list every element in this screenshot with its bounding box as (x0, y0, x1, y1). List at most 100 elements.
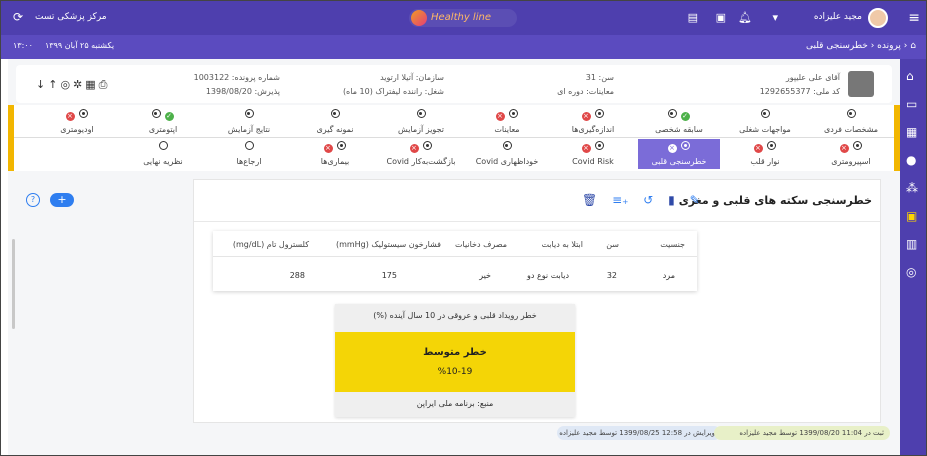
tabs-edge-left (8, 105, 14, 171)
risk-range: %10-19 (437, 367, 473, 377)
patient-job: شغل: راننده لیفتراک (10 ماه) (342, 87, 444, 96)
tab-item[interactable]: × نوار قلب (724, 139, 806, 169)
patient-org: سازمان: آتیلا ارتوید (380, 73, 444, 82)
tab-item[interactable]: مشخصات فردی (810, 107, 892, 137)
home-icon[interactable]: ⌂ (906, 69, 914, 83)
cell-gender: مرد (662, 271, 675, 280)
section-tabs: مشخصات فردی مواجهات شغلی ✓ سابقه شخصی × اند… (8, 105, 900, 171)
risk-level-band: خطر متوسط %10-19 (335, 332, 575, 392)
logo-text: Healthy line (431, 12, 491, 23)
card-actions: 🗑︎ ≡₊ ↺ ▮ ✎ (582, 193, 711, 207)
tab-item[interactable]: نمونه گیری (294, 107, 376, 137)
tab-item[interactable]: نظریه نهایی (122, 139, 204, 169)
side-nav: ⌂ ▭ ▦ ● ⁂ ▣ ▥ ◎ (898, 59, 926, 455)
tab-label: تجویز آزمایش (398, 125, 444, 134)
tab-item[interactable]: تجویز آزمایش (380, 107, 462, 137)
add-button[interactable]: + (50, 193, 74, 207)
patient-photo (848, 71, 874, 97)
chevron-down-icon[interactable]: ▾ (772, 11, 778, 24)
tab-status-icon: × (36, 109, 118, 121)
app-window: ≡ مجید علیزاده ▾ 🔔︎ ▣ ▤ Healthy line مرک… (0, 0, 927, 456)
cell-systolic: 175 (381, 271, 397, 280)
tab-item[interactable]: ارجاع‌ها (208, 139, 290, 169)
header-cholesterol: کلسترول تام (mg/dL) (232, 240, 309, 249)
person-icon[interactable]: ● (906, 153, 916, 167)
scrollbar[interactable] (12, 239, 15, 329)
tab-item[interactable]: ✓ سابقه شخصی (638, 107, 720, 137)
tab-label: Covid Risk (572, 157, 614, 166)
tab-item[interactable]: × اندازه‌گیری‌ها (552, 107, 634, 137)
print-icon[interactable]: ⎙ (99, 78, 111, 91)
tab-label: نمونه گیری (316, 125, 354, 134)
breadcrumb-current: خطرسنجی قلبی (805, 41, 868, 51)
risk-result-box: خطر رویداد قلبی و عروقی در 10 سال آینده … (335, 304, 575, 417)
tab-label: مواجهات شغلی (739, 125, 791, 134)
cell-age: 32 (606, 271, 617, 280)
folder-icon[interactable]: ▣ (906, 209, 917, 223)
chart-icon[interactable]: ▥ (906, 237, 917, 251)
header-smoking: مصرف دخانیات (454, 240, 507, 249)
patient-visits: معاینات: دوره ای (557, 87, 614, 96)
tab-status-icon (724, 109, 806, 121)
center-name: مرکز پزشکی تست (35, 12, 107, 22)
tab-item[interactable]: × بیماری‌ها (294, 139, 376, 169)
tab-label: نتایج آزمایش (227, 125, 271, 134)
home-icon[interactable]: ⌂ (910, 41, 916, 51)
user-name[interactable]: مجید علیزاده (814, 12, 862, 22)
header-age: سن (606, 240, 619, 249)
tab-status-icon (294, 109, 376, 121)
breadcrumb: ⌂ ‹ پرونده ‹ خطرسنجی قلبی (806, 41, 916, 51)
cell-cholesterol: 288 (289, 271, 305, 280)
delete-icon[interactable]: 🗑︎ (582, 193, 597, 207)
patient-tools: ↓↑◎✲▦⎙ (36, 78, 110, 92)
tab-label: خوداظهاری Covid (475, 157, 539, 166)
risk-input-table: جنسیت سن ابتلا به دیابت مصرف دخانیات فشا… (213, 231, 697, 291)
tab-label: سابقه شخصی (655, 125, 703, 134)
breadcrumb-file[interactable]: پرونده (877, 41, 901, 51)
tab-item[interactable]: × Covid Risk (552, 139, 634, 169)
chevron-left-icon: ‹ (867, 41, 875, 51)
help-icon[interactable]: ? (26, 193, 40, 207)
group-icon[interactable]: ⁂ (906, 181, 918, 195)
tab-label: نوار قلب (750, 157, 780, 166)
menu-icon[interactable]: ≡ (908, 10, 920, 26)
tab-status-icon: × (810, 141, 892, 153)
tab-item[interactable]: × اودیومتری (36, 107, 118, 137)
table-header-row: جنسیت سن ابتلا به دیابت مصرف دخانیات فشا… (213, 231, 697, 257)
tab-status-icon (810, 109, 892, 121)
tab-item[interactable]: × بازگشت‌به‌کار Covid (380, 139, 462, 169)
target-icon[interactable]: ◎ (60, 78, 73, 91)
tab-label: نظریه نهایی (143, 157, 183, 166)
tab-item[interactable]: × اسپیرومتری (810, 139, 892, 169)
playlist-add-icon[interactable]: ≡₊ (612, 193, 628, 207)
tab-label: بیماری‌ها (320, 157, 350, 166)
grid-icon[interactable]: ▦ (85, 78, 98, 91)
tab-item[interactable]: نتایج آزمایش (208, 107, 290, 137)
folder-icon[interactable]: ▣ (716, 11, 726, 24)
undo-icon[interactable]: ↺ (643, 193, 653, 207)
tab-item[interactable]: × معاینات (466, 107, 548, 137)
clipboard-icon[interactable]: ▮ (668, 193, 675, 207)
breadcrumb-bar: ⌂ ‹ پرونده ‹ خطرسنجی قلبی یکشنبه ۲۵ آبان… (1, 35, 926, 59)
message-icon[interactable]: ▤ (688, 11, 698, 24)
inbox-icon[interactable]: ▭ (906, 97, 917, 111)
tab-item[interactable]: ✓ اپتومتری (122, 107, 204, 137)
table-row: مرد 32 دیابت نوع دو خیر 175 288 (213, 257, 697, 291)
edit-icon[interactable]: ✎ (690, 193, 700, 207)
tab-label: معاینات (494, 125, 520, 134)
tab-item[interactable]: مواجهات شغلی (724, 107, 806, 137)
file-number: شماره پرونده: 1003122 (193, 73, 280, 82)
user-avatar[interactable] (868, 8, 888, 28)
gear-icon[interactable]: ✲ (73, 78, 85, 91)
refresh-icon[interactable]: ⟳ (13, 10, 23, 24)
tab-label: اپتومتری (148, 125, 178, 134)
arrow-down-icon[interactable]: ↓ (36, 78, 48, 91)
arrow-up-icon[interactable]: ↑ (48, 78, 60, 91)
tab-item[interactable]: × خطرسنجی قلبی (638, 139, 720, 169)
settings-icon[interactable]: ◎ (906, 265, 916, 279)
calendar-icon[interactable]: ▦ (906, 125, 917, 139)
tab-status-icon: ✓ (638, 109, 720, 121)
tab-item[interactable]: خوداظهاری Covid (466, 139, 548, 169)
bell-icon[interactable]: 🔔︎ (738, 11, 752, 24)
tab-label: مشخصات فردی (823, 125, 879, 134)
